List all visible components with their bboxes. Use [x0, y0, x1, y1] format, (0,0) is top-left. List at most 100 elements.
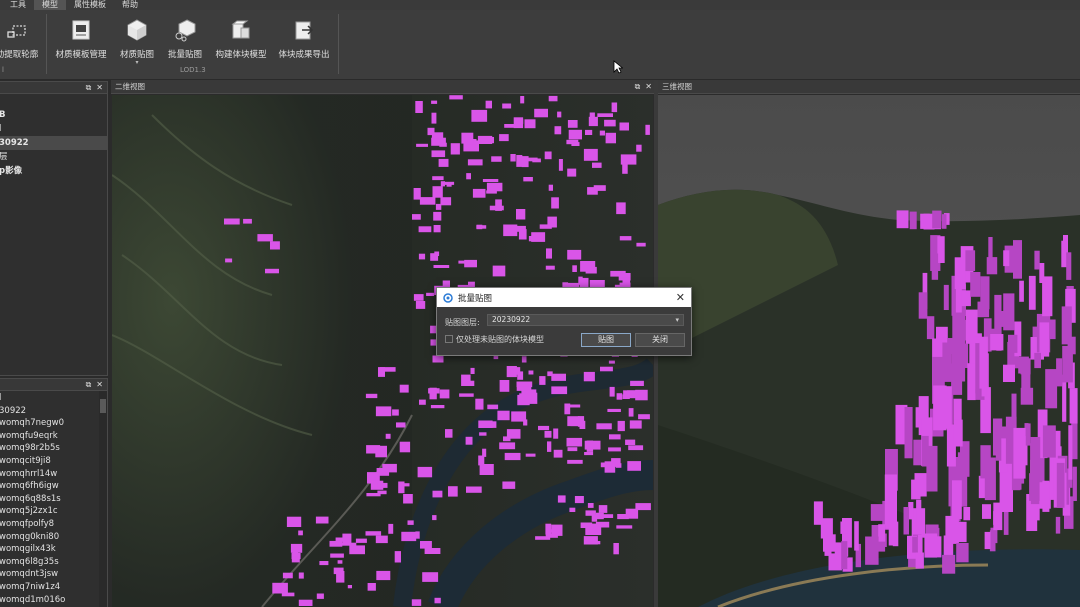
material-template-button[interactable]: 材质模板管理	[54, 16, 108, 68]
list-item[interactable]: l	[0, 392, 107, 405]
build-block-model-button[interactable]: 构建体块模型	[212, 16, 270, 68]
only-untextured-checkbox[interactable]	[445, 335, 453, 343]
group-label-left: l	[2, 66, 4, 74]
building-footprint	[503, 224, 518, 237]
restore-icon[interactable]: ⧉	[86, 83, 92, 93]
list-item[interactable]: womq6fh6igw	[0, 480, 107, 493]
list-item[interactable]: womqhrrl14w	[0, 468, 107, 481]
building-footprint	[616, 393, 623, 400]
building-footprint	[609, 386, 615, 397]
ribbon-separator	[338, 14, 339, 74]
list-item[interactable]: womqdnt3jsw	[0, 568, 107, 581]
building-footprint	[523, 419, 528, 426]
list-item[interactable]: womqfpolfy8	[0, 518, 107, 531]
restore-icon[interactable]: ⧉	[635, 82, 641, 92]
close-icon[interactable]: ✕	[96, 83, 103, 93]
menu-model[interactable]: 模型	[34, 0, 66, 10]
tree-item-selected[interactable]: 30922	[0, 136, 107, 150]
building-block	[1055, 516, 1061, 534]
building-footprint	[257, 234, 273, 242]
building-footprint	[570, 417, 584, 427]
building-footprint	[479, 432, 487, 436]
list-item[interactable]: womqcit9ji8	[0, 455, 107, 468]
building-footprint	[611, 102, 618, 113]
list-item[interactable]: womq5j2zx1c	[0, 505, 107, 518]
building-footprint	[478, 455, 485, 466]
building-footprint	[545, 265, 555, 270]
building-block	[888, 524, 898, 546]
building-footprint	[580, 522, 593, 528]
list-item[interactable]: womqfu9eqrk	[0, 430, 107, 443]
material-template-label: 材质模板管理	[55, 50, 107, 60]
building-footprint	[567, 120, 578, 128]
building-footprint	[636, 144, 642, 152]
ribbon-toolbar: 动提取轮廓 l 材质模板管理 材质贴图 ▾ 批量贴图 构建体块模型 体块成果导出…	[0, 10, 1080, 80]
tree-item[interactable]: p影像	[0, 164, 107, 178]
list-item[interactable]: womq6l8g35s	[0, 556, 107, 569]
extract-outline-button[interactable]: 动提取轮廓	[0, 16, 42, 68]
list-item[interactable]: womqh7negw0	[0, 417, 107, 430]
list-item[interactable]: womq7niw1z4	[0, 581, 107, 594]
extract-outline-label: 动提取轮廓	[0, 50, 39, 60]
layer-tree-panel-title: ⧉ ✕	[0, 82, 107, 94]
view3d-title-bar: 三维视图	[658, 80, 1080, 94]
building-footprint	[538, 425, 550, 431]
building-footprint	[592, 162, 602, 168]
building-footprint	[567, 249, 582, 260]
building-footprint	[627, 461, 641, 471]
building-block	[933, 536, 942, 558]
building-footprint	[432, 490, 443, 498]
view3d-scene[interactable]	[658, 95, 1080, 607]
building-block	[982, 504, 991, 519]
scrollbar[interactable]	[99, 391, 107, 607]
building-footprint	[516, 209, 526, 220]
close-icon[interactable]: ✕	[645, 82, 652, 92]
building-block	[1069, 388, 1078, 424]
layer-select[interactable]: 20230922 ▾	[487, 314, 684, 326]
building-footprint	[471, 109, 488, 122]
building-footprint	[470, 367, 475, 374]
building-footprint	[479, 464, 494, 475]
building-footprint	[546, 248, 552, 259]
building-footprint	[630, 380, 644, 386]
list-item[interactable]: womqd1m016o	[0, 594, 107, 607]
list-item[interactable]: 30922	[0, 405, 107, 418]
building-footprint	[396, 422, 406, 428]
building-block	[988, 237, 993, 264]
building-block	[1029, 473, 1040, 501]
scrollbar-thumb[interactable]	[100, 399, 106, 413]
menu-tools[interactable]: 工具	[2, 0, 34, 10]
building-footprint	[482, 179, 499, 182]
material-texture-button[interactable]: 材质贴图 ▾	[114, 16, 160, 68]
close-icon[interactable]: ✕	[676, 291, 685, 304]
tree-item[interactable]: l	[0, 122, 107, 136]
list-item[interactable]: womqgilx43k	[0, 543, 107, 556]
building-footprint	[600, 366, 613, 372]
close-button[interactable]: 关闭	[635, 333, 685, 347]
dialog-title-bar[interactable]: 批量贴图	[437, 288, 691, 307]
building-footprint	[433, 225, 441, 233]
building-block	[956, 543, 969, 563]
tree-item[interactable]	[0, 94, 107, 108]
list-item[interactable]: womqg0kni80	[0, 531, 107, 544]
list-item[interactable]: womq6q88s1s	[0, 493, 107, 506]
building-footprint	[432, 515, 437, 521]
close-icon[interactable]: ✕	[96, 380, 103, 390]
tree-item[interactable]: 层	[0, 150, 107, 164]
building-block	[1013, 427, 1026, 479]
restore-icon[interactable]: ⧉	[86, 380, 92, 390]
menu-help[interactable]: 帮助	[114, 0, 146, 10]
building-block	[977, 301, 990, 318]
batch-texture-button[interactable]: 批量贴图	[164, 16, 206, 68]
tree-item[interactable]: B	[0, 108, 107, 122]
list-item[interactable]: womq98r2b5s	[0, 442, 107, 455]
menu-attribute-template[interactable]: 属性模板	[66, 0, 114, 10]
building-footprint	[584, 452, 594, 456]
building-block	[942, 342, 952, 382]
building-footprint	[417, 466, 433, 478]
apply-texture-button[interactable]: 贴图	[581, 333, 631, 347]
building-footprint	[365, 393, 378, 399]
export-block-results-button[interactable]: 体块成果导出	[274, 16, 334, 68]
building-footprint	[433, 265, 450, 268]
building-footprint	[583, 148, 598, 161]
